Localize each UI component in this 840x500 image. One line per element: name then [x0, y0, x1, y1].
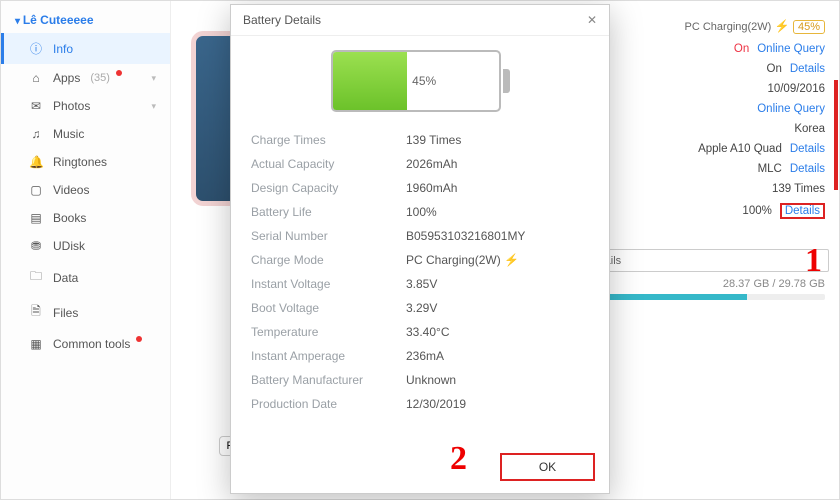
modal-titlebar: Battery Details ✕: [231, 5, 609, 36]
modal-row-label: Battery Life: [251, 205, 406, 219]
modal-row-label: Charge Times: [251, 133, 406, 147]
battery-visual: 45%: [231, 36, 609, 124]
battery-cap-icon: [503, 69, 510, 93]
modal-row-value: 2026mAh: [406, 157, 457, 171]
battery-details-modal: Battery Details ✕ 45% Charge Times139 Ti…: [230, 4, 610, 494]
battery-pct-text: 45%: [412, 74, 436, 88]
modal-row-label: Boot Voltage: [251, 301, 406, 315]
modal-row-value: 3.85V: [406, 277, 437, 291]
modal-row-instant-voltage: Instant Voltage3.85V: [251, 272, 589, 296]
modal-row-boot-voltage: Boot Voltage3.29V: [251, 296, 589, 320]
close-icon[interactable]: ✕: [587, 13, 597, 27]
modal-row-actual-capacity: Actual Capacity2026mAh: [251, 152, 589, 176]
modal-row-value: 33.40°C: [406, 325, 450, 339]
modal-row-label: Production Date: [251, 397, 406, 411]
modal-row-label: Battery Manufacturer: [251, 373, 406, 387]
modal-row-instant-amperage: Instant Amperage236mA: [251, 344, 589, 368]
modal-row-value: 1960mAh: [406, 181, 457, 195]
modal-row-charge-times: Charge Times139 Times: [251, 128, 589, 152]
modal-row-label: Actual Capacity: [251, 157, 406, 171]
right-red-edge: [834, 80, 838, 190]
modal-row-label: Instant Voltage: [251, 277, 406, 291]
modal-row-value: 139 Times: [406, 133, 461, 147]
modal-row-battery-manufacturer: Battery ManufacturerUnknown: [251, 368, 589, 392]
modal-row-temperature: Temperature33.40°C: [251, 320, 589, 344]
modal-row-value: 3.29V: [406, 301, 437, 315]
modal-row-value: B05953103216801MY: [406, 229, 525, 243]
modal-row-value: 100%: [406, 205, 437, 219]
modal-row-design-capacity: Design Capacity1960mAh: [251, 176, 589, 200]
modal-row-label: Instant Amperage: [251, 349, 406, 363]
battery-fill: [333, 52, 408, 110]
modal-backdrop: Battery Details ✕ 45% Charge Times139 Ti…: [0, 0, 840, 500]
modal-row-production-date: Production Date12/30/2019: [251, 392, 589, 416]
modal-row-value: PC Charging(2W) ⚡: [406, 253, 519, 267]
modal-row-serial-number: Serial NumberB05953103216801MY: [251, 224, 589, 248]
modal-body: Charge Times139 TimesActual Capacity2026…: [231, 124, 609, 445]
modal-footer: OK: [231, 445, 609, 493]
modal-title: Battery Details: [243, 13, 321, 27]
modal-row-label: Temperature: [251, 325, 406, 339]
bolt-icon: ⚡: [504, 253, 519, 267]
battery-body: 45%: [331, 50, 501, 112]
modal-row-label: Serial Number: [251, 229, 406, 243]
modal-row-battery-life: Battery Life100%: [251, 200, 589, 224]
modal-row-label: Design Capacity: [251, 181, 406, 195]
modal-row-charge-mode: Charge ModePC Charging(2W) ⚡: [251, 248, 589, 272]
ok-button[interactable]: OK: [500, 453, 595, 481]
modal-row-label: Charge Mode: [251, 253, 406, 267]
modal-row-value: Unknown: [406, 373, 456, 387]
modal-row-value: 12/30/2019: [406, 397, 466, 411]
modal-row-value: 236mA: [406, 349, 444, 363]
